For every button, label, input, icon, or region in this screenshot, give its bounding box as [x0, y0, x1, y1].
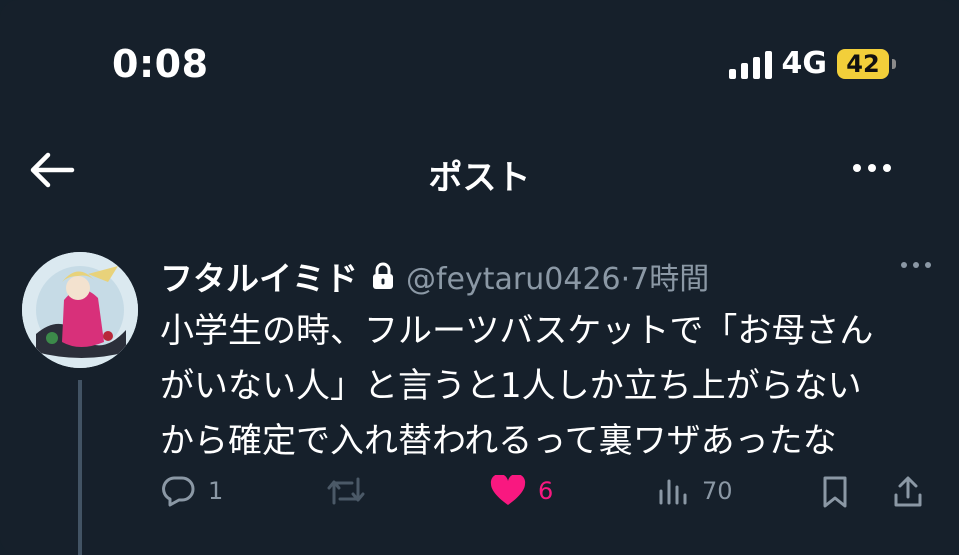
views-count: 70: [702, 477, 733, 505]
author-name[interactable]: フタルイミド: [160, 252, 358, 300]
reply-icon: [162, 476, 195, 507]
reply-button[interactable]: 1: [160, 475, 223, 507]
battery-icon: 42: [837, 48, 896, 79]
share-button[interactable]: [892, 475, 924, 509]
network-type: 4G: [781, 46, 828, 81]
thread-connector-line: [78, 380, 82, 555]
bookmark-icon: [823, 476, 847, 508]
post-body: 小学生の時、フルーツバスケットで「お母さん がいない人」と言うと1人しか立ち上が…: [160, 304, 940, 469]
more-options-icon[interactable]: [853, 164, 891, 172]
avatar-image: [22, 252, 138, 368]
post-action-bar: 1 6 70: [160, 475, 940, 515]
views-button[interactable]: 70: [656, 475, 733, 507]
views-icon: [659, 479, 687, 505]
signal-strength-icon: [728, 49, 772, 79]
post-header: フタルイミド @feytaru0426·7時間: [160, 252, 709, 300]
app-screen: 0:08 4G 42 ポスト フタルイミド @feytaru0426·7時間 小…: [0, 0, 959, 555]
battery-level: 42: [846, 49, 880, 78]
repost-icon: [327, 477, 365, 505]
like-button[interactable]: 6: [490, 475, 553, 507]
bookmark-button[interactable]: [820, 475, 850, 509]
post-text-line: から確定で入れ替われるって裏ワザあったな: [160, 421, 837, 461]
status-time: 0:08: [112, 42, 209, 86]
like-count: 6: [538, 477, 554, 505]
status-indicators: 4G 42: [728, 46, 896, 81]
post-text-line: 小学生の時、フルーツバスケットで「お母さん: [160, 311, 874, 351]
avatar[interactable]: [22, 252, 138, 368]
page-title: ポスト: [428, 158, 531, 198]
reply-count: 1: [208, 477, 224, 505]
share-icon: [894, 476, 922, 507]
repost-button[interactable]: [326, 475, 378, 507]
lock-icon: [373, 262, 393, 289]
heart-icon: [490, 475, 526, 505]
author-handle-timestamp[interactable]: @feytaru0426·7時間: [406, 254, 709, 298]
post-text-line: がいない人」と言うと1人しか立ち上がらない: [160, 366, 862, 406]
post-more-icon[interactable]: [901, 262, 931, 268]
